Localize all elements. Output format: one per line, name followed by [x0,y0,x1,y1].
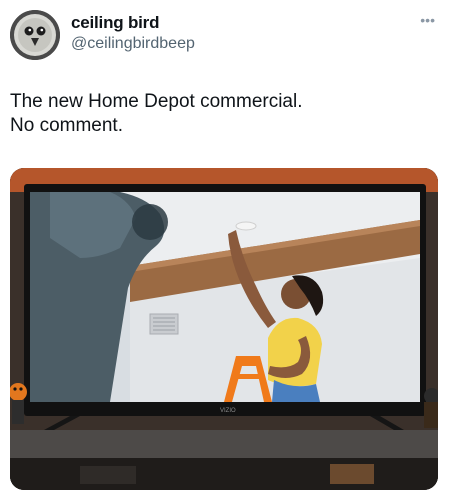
tweet-card[interactable]: ceiling bird @ceilingbirdbeep ••• The ne… [0,0,449,500]
author-handle[interactable]: @ceilingbirdbeep [71,35,195,53]
tweet-text-line: The new Home Depot commercial. [10,91,303,112]
ellipsis-icon: ••• [420,12,435,28]
tweet-text: The new Home Depot commercial. No commen… [10,90,430,138]
more-options-button[interactable]: ••• [420,12,435,28]
ceiling-bird-avatar-image [10,10,60,60]
tv-photo: VIZIO [10,168,438,490]
tweet-media-photo[interactable]: VIZIO [10,168,438,490]
tweet-text-line: No comment. [10,115,123,136]
author-name[interactable]: ceiling bird [71,13,159,33]
tv-brand-logo: VIZIO [220,408,236,414]
avatar[interactable] [10,10,60,60]
